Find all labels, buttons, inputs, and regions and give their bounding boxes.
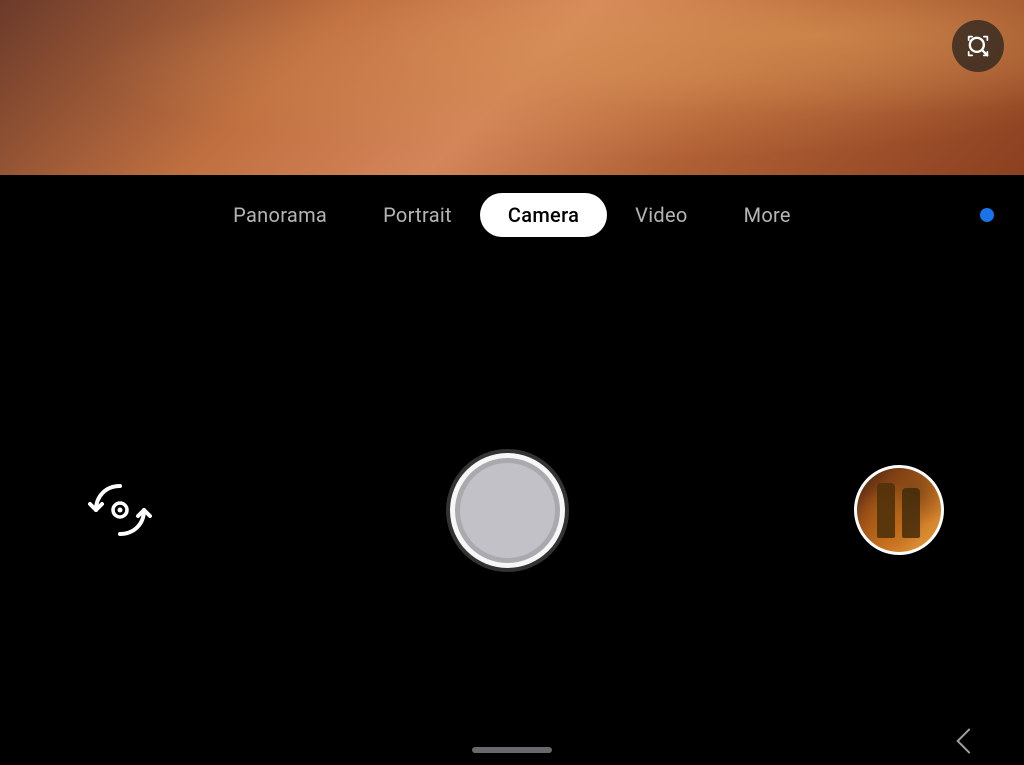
home-indicator (472, 747, 552, 753)
controls-area (0, 255, 1024, 765)
mode-panorama[interactable]: Panorama (205, 193, 355, 237)
mode-portrait[interactable]: Portrait (355, 193, 480, 237)
back-button[interactable] (948, 723, 984, 759)
gallery-thumb-detail (877, 483, 895, 538)
mode-video[interactable]: Video (607, 193, 715, 237)
flip-camera-button[interactable] (80, 470, 160, 550)
notification-dot (978, 206, 996, 224)
chevron-left-icon (956, 728, 981, 753)
gallery-thumb-detail (902, 488, 920, 538)
viewfinder (0, 0, 1024, 175)
shutter-button[interactable] (450, 453, 565, 568)
gallery-button[interactable] (854, 465, 944, 555)
lens-search-button[interactable] (952, 20, 1004, 72)
mode-more[interactable]: More (716, 193, 819, 237)
bottom-bar (0, 757, 1024, 765)
mode-bar: Panorama Portrait Camera Video More (0, 175, 1024, 255)
mode-camera[interactable]: Camera (480, 193, 607, 237)
